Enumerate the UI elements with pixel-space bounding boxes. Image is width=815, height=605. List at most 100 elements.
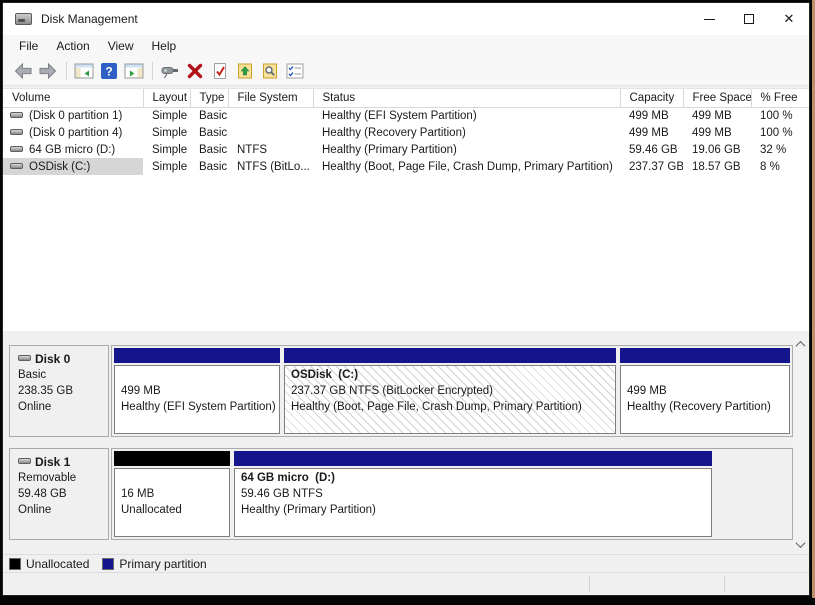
mark-active-icon	[212, 62, 228, 80]
layout-cell: Simple	[143, 107, 190, 124]
legend-label: Unallocated	[26, 557, 89, 571]
menu-item[interactable]: Help	[143, 37, 186, 55]
pct-free-cell: 100 %	[751, 124, 809, 141]
volume-row[interactable]: 64 GB micro (D:) Simple Basic NTFS Healt…	[3, 141, 809, 158]
disk-row: Disk 1 Removable 59.48 GB Online	[9, 448, 793, 540]
disk-label-panel[interactable]: Disk 0 Basic 238.35 GB Online	[9, 345, 109, 437]
partition-info: 499 MB	[121, 385, 279, 401]
delete-icon	[186, 63, 204, 79]
mark-partition-active-button[interactable]	[208, 59, 232, 83]
show-action-pane-button[interactable]	[122, 59, 146, 83]
minimize-icon	[704, 19, 715, 20]
free-space-cell: 499 MB	[683, 107, 751, 124]
explore-button[interactable]	[258, 59, 282, 83]
disk-title: Disk 1	[18, 454, 108, 470]
volume-table: VolumeLayoutTypeFile SystemStatusCapacit…	[3, 89, 809, 175]
change-drive-letter-button[interactable]	[233, 59, 257, 83]
properties-icon	[286, 63, 304, 79]
volume-cell: 64 GB micro (D:)	[3, 141, 143, 158]
svg-text:?: ?	[105, 65, 112, 79]
partition[interactable]: 499 MB Healthy (EFI System Partition)	[114, 348, 280, 434]
scroll-down-button[interactable]	[793, 537, 808, 552]
file-system-cell	[228, 107, 313, 124]
disk-management-window: Disk Management ✕ FileActionViewHelp	[2, 2, 810, 596]
properties-button[interactable]	[283, 59, 307, 83]
partition-name: 64 GB micro (D:)	[241, 472, 711, 488]
volume-row[interactable]: OSDisk (C:) Simple Basic NTFS (BitLo... …	[3, 158, 809, 175]
chevron-down-icon	[796, 538, 806, 548]
menu-item[interactable]: View	[99, 37, 143, 55]
disk-label-panel[interactable]: Disk 1 Removable 59.48 GB Online	[9, 448, 109, 540]
partition[interactable]: 499 MB Healthy (Recovery Partition)	[620, 348, 790, 434]
disk-list: Disk 0 Basic 238.35 GB Online	[3, 331, 809, 540]
partition-info: 59.46 GB NTFS	[241, 488, 711, 504]
scroll-up-button[interactable]	[793, 337, 808, 352]
disk-name: Disk 1	[35, 455, 70, 469]
console-tree-icon	[74, 63, 94, 79]
back-button[interactable]	[11, 59, 35, 83]
partition-status: Healthy (EFI System Partition)	[121, 401, 279, 417]
file-system-cell: NTFS (BitLo...	[228, 158, 313, 175]
column-header[interactable]: Status	[313, 89, 620, 107]
action-pane-icon	[124, 63, 144, 79]
partition-name: OSDisk (C:)	[291, 369, 615, 385]
legend-swatch-icon	[9, 558, 21, 570]
disk-name: Disk 0	[35, 352, 70, 366]
disk-kind: Removable	[18, 470, 108, 486]
legend-item: Primary partition	[102, 557, 206, 571]
type-cell: Basic	[190, 141, 228, 158]
column-header[interactable]: Capacity	[620, 89, 683, 107]
volume-drive-icon	[10, 112, 23, 118]
show-console-tree-button[interactable]	[72, 59, 96, 83]
column-header[interactable]: Free Space	[683, 89, 751, 107]
back-arrow-icon	[13, 62, 33, 80]
toolbar-separator	[152, 62, 153, 80]
disk-size: 238.35 GB	[18, 383, 108, 399]
volume-row[interactable]: (Disk 0 partition 1) Simple Basic Health…	[3, 107, 809, 124]
close-button[interactable]: ✕	[769, 3, 809, 35]
vertical-scrollbar[interactable]	[793, 337, 808, 552]
volume-name: (Disk 0 partition 1)	[29, 110, 122, 122]
column-header[interactable]: % Free	[751, 89, 809, 107]
partition[interactable]: 16 MB Unallocated	[114, 451, 230, 537]
menu-item[interactable]: File	[10, 37, 47, 55]
delete-volume-button[interactable]	[183, 59, 207, 83]
capacity-cell: 499 MB	[620, 107, 683, 124]
column-header[interactable]: Type	[190, 89, 228, 107]
status-cell: Healthy (Primary Partition)	[313, 141, 620, 158]
volume-row[interactable]: (Disk 0 partition 4) Simple Basic Health…	[3, 124, 809, 141]
layout-cell: Simple	[143, 141, 190, 158]
pct-free-cell: 8 %	[751, 158, 809, 175]
forward-button[interactable]	[36, 59, 60, 83]
toolbar-separator	[66, 62, 67, 80]
free-space-cell: 19.06 GB	[683, 141, 751, 158]
disk-state: Online	[18, 502, 108, 518]
menu-item[interactable]: Action	[47, 37, 98, 55]
partition-status: Healthy (Primary Partition)	[241, 504, 711, 520]
status-divider	[724, 576, 725, 592]
disk-icon	[18, 458, 31, 464]
disk-partitions: 499 MB Healthy (EFI System Partition) OS…	[111, 345, 793, 437]
partition-box: OSDisk (C:) 237.37 GB NTFS (BitLocker En…	[284, 365, 616, 434]
drive-letter-icon	[236, 62, 254, 80]
column-header[interactable]: File System	[228, 89, 313, 107]
forward-arrow-icon	[38, 62, 58, 80]
partition[interactable]: 64 GB micro (D:) 59.46 GB NTFS Healthy (…	[234, 451, 712, 537]
column-header[interactable]: Volume	[3, 89, 143, 107]
status-cell: Healthy (Recovery Partition)	[313, 124, 620, 141]
column-header[interactable]: Layout	[143, 89, 190, 107]
help-button[interactable]: ?	[97, 59, 121, 83]
toolbar: ?	[3, 57, 809, 85]
minimize-button[interactable]	[689, 3, 729, 35]
partition-name	[121, 369, 279, 385]
screen: Disk Management ✕ FileActionViewHelp	[0, 0, 815, 605]
partition-name	[627, 369, 789, 385]
partition-type-bar	[620, 348, 790, 363]
maximize-button[interactable]	[729, 3, 769, 35]
partition-info: 237.37 GB NTFS (BitLocker Encrypted)	[291, 385, 615, 401]
volume-name: (Disk 0 partition 4)	[29, 127, 122, 139]
partition[interactable]: OSDisk (C:) 237.37 GB NTFS (BitLocker En…	[284, 348, 616, 434]
file-system-cell: NTFS	[228, 141, 313, 158]
rescan-disks-button[interactable]	[158, 59, 182, 83]
partition-status: Unallocated	[121, 504, 229, 520]
